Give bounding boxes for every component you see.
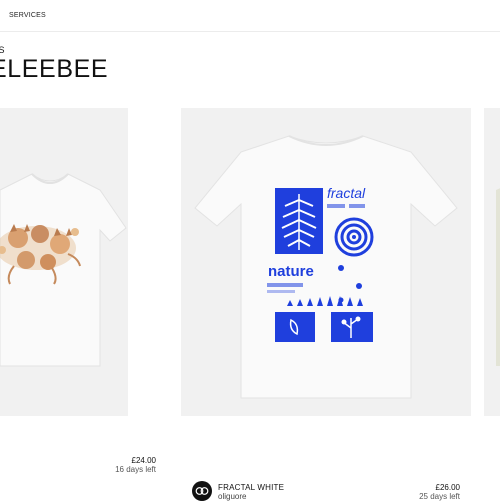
fractal-white-tshirt-image: fractal nature	[194, 135, 458, 399]
cats-tshirt-image	[0, 173, 127, 367]
product-card-partial[interactable]	[484, 108, 500, 416]
nature-print-word: nature	[268, 263, 314, 280]
page-title: ELEEBEE	[0, 55, 109, 83]
fractal-print-word: fractal	[327, 185, 366, 201]
product-1-price: £24.00	[131, 456, 156, 465]
product-card-cats-tee[interactable]	[0, 108, 128, 416]
partial-tshirt-image	[496, 188, 500, 366]
product-2-title[interactable]: FRACTAL WHITE	[218, 483, 284, 492]
product-card-fractal-white[interactable]: fractal nature	[181, 108, 471, 416]
top-navigation-bar: SERVICES	[0, 0, 500, 32]
product-1-time-left: 16 days left	[115, 465, 156, 474]
seller-logo-icon	[195, 487, 209, 495]
nav-link-services[interactable]: SERVICES	[9, 12, 46, 19]
seller-avatar[interactable]	[192, 481, 212, 501]
product-2-price: £26.00	[435, 483, 460, 492]
